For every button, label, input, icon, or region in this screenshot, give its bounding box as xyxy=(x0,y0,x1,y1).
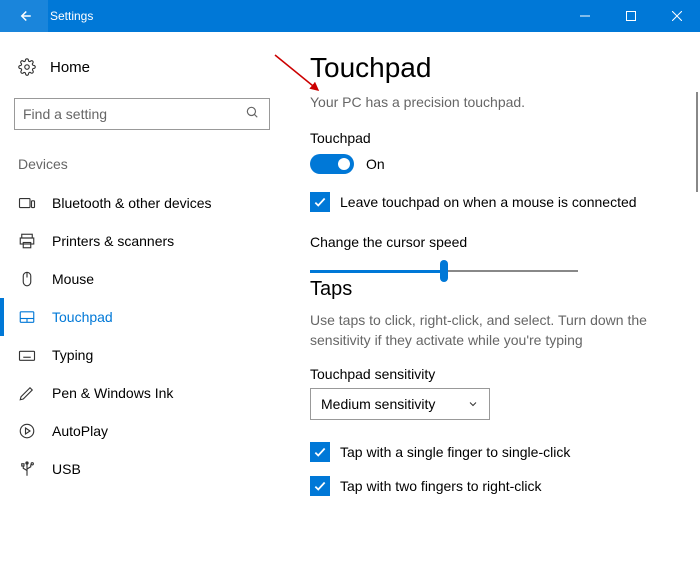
sidebar-item-autoplay[interactable]: AutoPlay xyxy=(12,412,272,450)
leave-touchpad-on-checkbox[interactable] xyxy=(310,192,330,212)
touchpad-toggle-label: Touchpad xyxy=(310,130,676,146)
checkmark-icon xyxy=(313,479,327,493)
home-button[interactable]: Home xyxy=(12,50,272,84)
sidebar-item-label: USB xyxy=(52,461,81,477)
touchpad-icon xyxy=(18,308,36,326)
cursor-speed-label: Change the cursor speed xyxy=(310,234,676,250)
page-subtext: Your PC has a precision touchpad. xyxy=(310,94,676,110)
maximize-button[interactable] xyxy=(608,0,654,32)
sensitivity-label: Touchpad sensitivity xyxy=(310,366,676,382)
sidebar-item-mouse[interactable]: Mouse xyxy=(12,260,272,298)
keyboard-icon xyxy=(18,346,36,364)
scrollbar[interactable] xyxy=(696,92,698,192)
search-icon xyxy=(245,105,261,124)
minimize-icon xyxy=(580,11,590,21)
single-tap-label: Tap with a single finger to single-click xyxy=(340,444,570,460)
printer-icon xyxy=(18,232,36,250)
sidebar-item-bluetooth[interactable]: Bluetooth & other devices xyxy=(12,184,272,222)
gear-icon xyxy=(18,58,36,76)
maximize-icon xyxy=(626,11,636,21)
pen-icon xyxy=(18,384,36,402)
window-title: Settings xyxy=(48,9,93,23)
back-arrow-icon xyxy=(15,7,33,25)
sidebar-item-label: AutoPlay xyxy=(52,423,108,439)
home-label: Home xyxy=(50,59,90,76)
two-tap-label: Tap with two fingers to right-click xyxy=(340,478,542,494)
chevron-down-icon xyxy=(467,398,479,410)
usb-icon xyxy=(18,460,36,478)
slider-thumb[interactable] xyxy=(440,260,448,282)
main-content: Touchpad Your PC has a precision touchpa… xyxy=(280,32,700,563)
page-title: Touchpad xyxy=(310,52,676,84)
sidebar: Home Devices Bluetooth & other devices P… xyxy=(0,32,280,563)
search-input[interactable] xyxy=(23,106,245,122)
back-button[interactable] xyxy=(0,0,48,32)
toggle-state-text: On xyxy=(366,156,385,172)
sidebar-group-label: Devices xyxy=(12,130,272,184)
window-controls xyxy=(562,0,700,32)
sidebar-item-label: Bluetooth & other devices xyxy=(52,195,212,211)
leave-touchpad-on-label: Leave touchpad on when a mouse is connec… xyxy=(340,194,637,210)
sidebar-item-label: Pen & Windows Ink xyxy=(52,385,173,401)
sidebar-item-pen[interactable]: Pen & Windows Ink xyxy=(12,374,272,412)
taps-heading: Taps xyxy=(310,278,676,301)
minimize-button[interactable] xyxy=(562,0,608,32)
taps-description: Use taps to click, right-click, and sele… xyxy=(310,311,670,350)
checkmark-icon xyxy=(313,195,327,209)
sidebar-item-label: Mouse xyxy=(52,271,94,287)
devices-icon xyxy=(18,194,36,212)
sidebar-item-label: Printers & scanners xyxy=(52,233,174,249)
sidebar-item-typing[interactable]: Typing xyxy=(12,336,272,374)
sidebar-item-printers[interactable]: Printers & scanners xyxy=(12,222,272,260)
sidebar-item-touchpad[interactable]: Touchpad xyxy=(12,298,272,336)
close-button[interactable] xyxy=(654,0,700,32)
sidebar-item-label: Typing xyxy=(52,347,93,363)
toggle-knob xyxy=(338,158,350,170)
search-input-wrapper[interactable] xyxy=(14,98,270,130)
sidebar-item-usb[interactable]: USB xyxy=(12,450,272,488)
autoplay-icon xyxy=(18,422,36,440)
titlebar: Settings xyxy=(0,0,700,32)
slider-fill xyxy=(310,270,444,273)
single-tap-checkbox[interactable] xyxy=(310,442,330,462)
sensitivity-value: Medium sensitivity xyxy=(321,396,435,412)
two-tap-checkbox[interactable] xyxy=(310,476,330,496)
mouse-icon xyxy=(18,270,36,288)
checkmark-icon xyxy=(313,445,327,459)
close-icon xyxy=(672,11,682,21)
sidebar-item-label: Touchpad xyxy=(52,309,113,325)
touchpad-toggle[interactable] xyxy=(310,154,354,174)
sensitivity-dropdown[interactable]: Medium sensitivity xyxy=(310,388,490,420)
